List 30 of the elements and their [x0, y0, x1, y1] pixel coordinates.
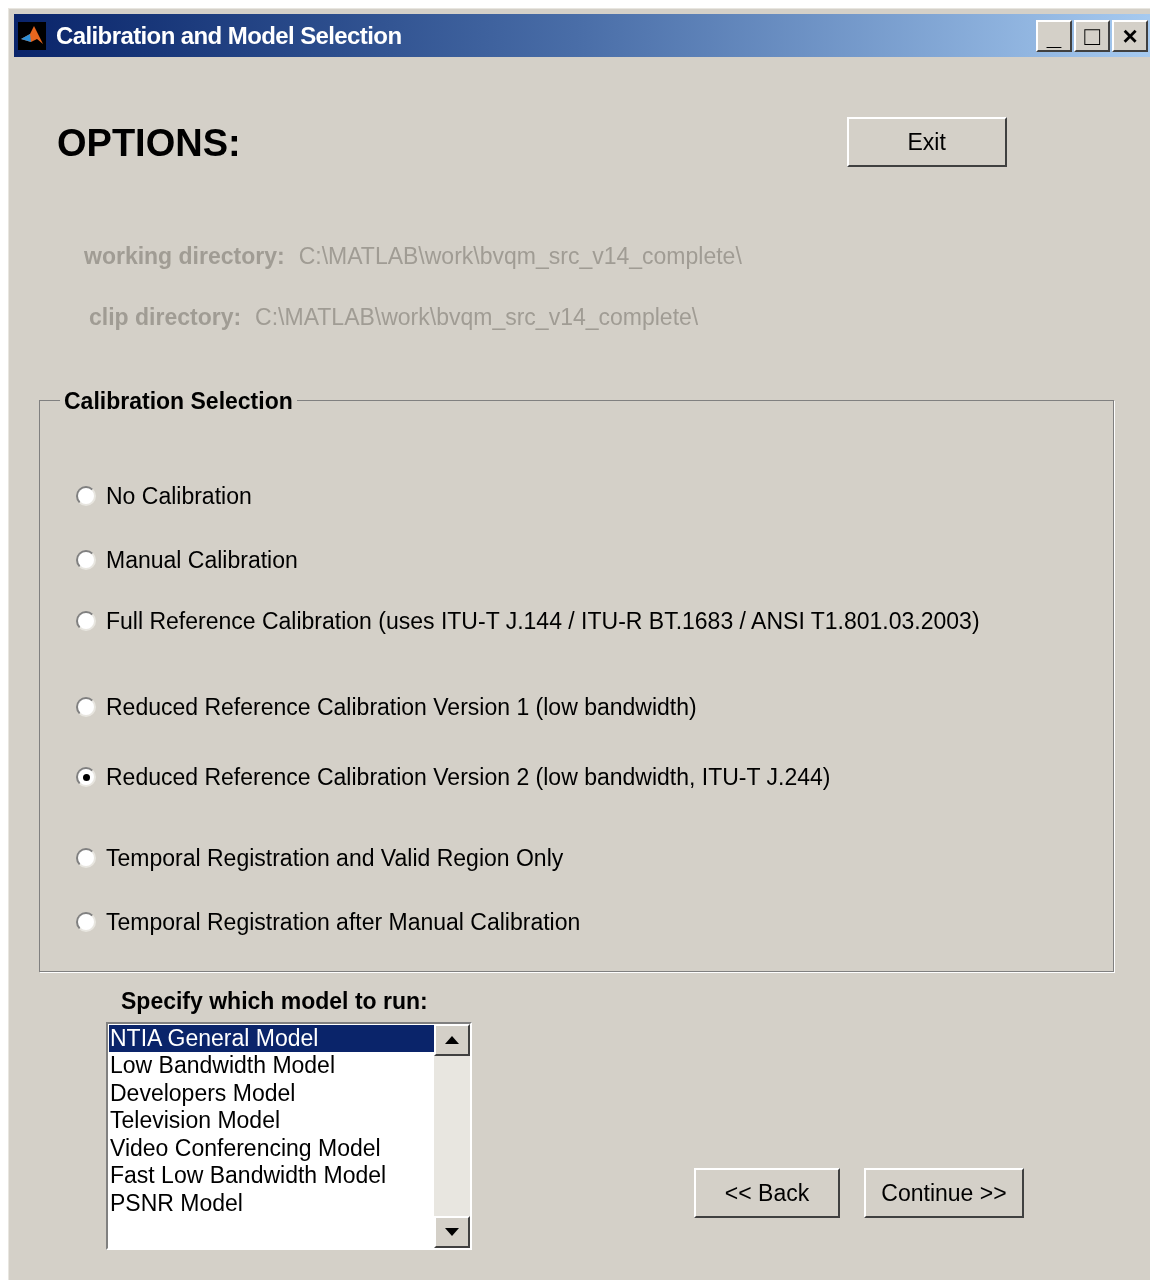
continue-button[interactable]: Continue >>	[864, 1168, 1024, 1218]
list-item[interactable]: Video Conferencing Model	[109, 1134, 434, 1162]
maximize-button[interactable]: □	[1074, 19, 1110, 52]
list-item[interactable]: Television Model	[109, 1107, 434, 1135]
scroll-up-button[interactable]	[434, 1023, 470, 1056]
list-item[interactable]: NTIA General Model	[109, 1024, 434, 1052]
list-title: Specify which model to run:	[121, 987, 429, 1016]
minimize-button[interactable]: _	[1036, 19, 1072, 52]
options-heading: OPTIONS:	[57, 124, 241, 162]
radio-button[interactable]	[76, 912, 96, 932]
model-list[interactable]: NTIA General Model Low Bandwidth Model Developers Model Television Model Video Conferencing Model Fast Low Bandwidth Model PSNR Model	[106, 1021, 472, 1250]
exit-button[interactable]: Exit	[846, 117, 1007, 167]
window-title: Calibration and Model Selection	[56, 20, 403, 51]
radio-button[interactable]	[76, 767, 96, 787]
radio-button[interactable]	[76, 697, 96, 717]
down-arrow-icon	[445, 1227, 459, 1236]
radio-button[interactable]	[76, 848, 96, 868]
list-item[interactable]: Developers Model	[109, 1079, 434, 1107]
list-item[interactable]: Low Bandwidth Model	[109, 1052, 434, 1080]
scroll-down-button[interactable]	[434, 1215, 470, 1248]
up-arrow-icon	[445, 1035, 459, 1044]
radio-button[interactable]	[76, 550, 96, 570]
app-icon	[18, 21, 46, 50]
list-item[interactable]: PSNR Model	[109, 1189, 434, 1217]
back-button[interactable]: << Back	[694, 1168, 840, 1218]
radio-button[interactable]	[76, 611, 96, 631]
list-item[interactable]: Fast Low Bandwidth Model	[109, 1162, 434, 1190]
close-button[interactable]: ×	[1112, 19, 1148, 52]
scroll-bar[interactable]	[434, 1023, 470, 1248]
radio-button[interactable]	[76, 486, 96, 506]
